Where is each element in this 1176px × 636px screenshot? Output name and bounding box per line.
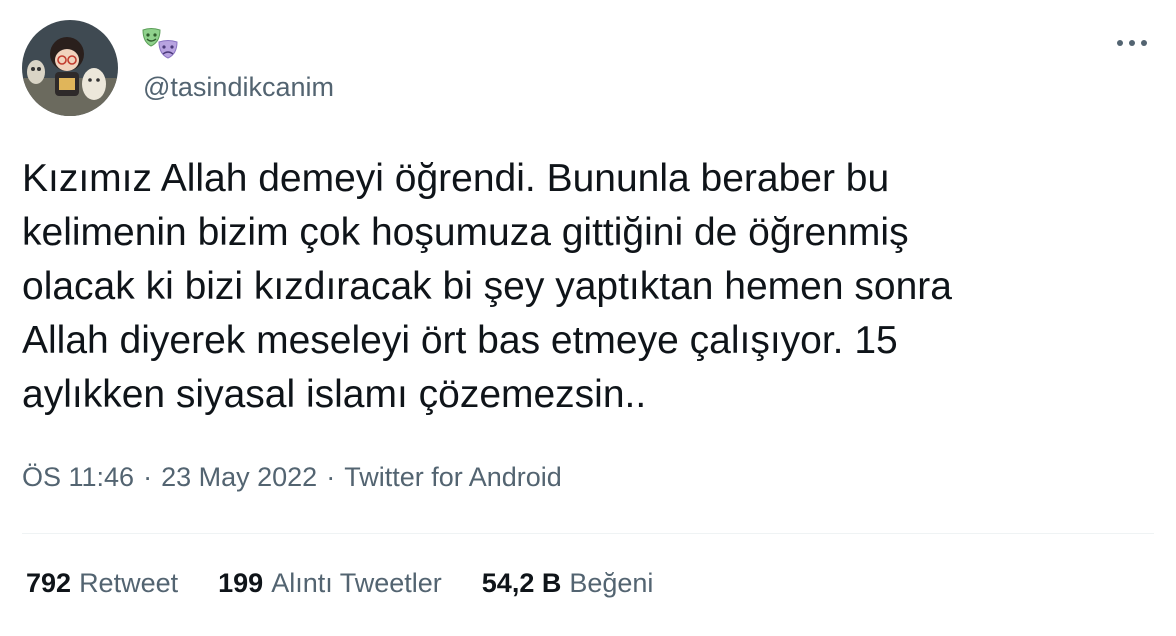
avatar-illustration [22, 20, 118, 116]
sad-theater-mask-icon [158, 40, 178, 59]
stat-label: Beğeni [569, 568, 654, 598]
engagement-stats: 792 Retweet 199 Alıntı Tweetler 54,2 B B… [26, 568, 693, 599]
quote-tweet-count[interactable]: 199 Alıntı Tweetler [218, 568, 442, 599]
tweet-text: Kızımız Allah demeyi öğrendi. Bununla be… [22, 157, 952, 416]
tweet-time[interactable]: ÖS 11:46 [22, 462, 134, 493]
more-options-button[interactable] [1112, 28, 1152, 58]
tweet-metadata: ÖS 11:46 · 23 May 2022 · Twitter for And… [22, 462, 562, 493]
stat-label: Alıntı Tweetler [271, 568, 442, 598]
author-handle[interactable]: @tasindikcanim [143, 72, 334, 103]
more-horizontal-icon [1117, 40, 1147, 46]
happy-theater-mask-icon [142, 28, 161, 47]
retweet-count[interactable]: 792 Retweet [26, 568, 178, 599]
like-count[interactable]: 54,2 B Beğeni [482, 568, 654, 599]
theater-masks-icon [142, 28, 178, 59]
tweet-detail: @tasindikcanim Kızımız Allah demeyi öğre… [0, 0, 1176, 636]
divider [22, 533, 1154, 534]
avatar[interactable] [22, 20, 118, 116]
display-name[interactable] [141, 26, 181, 66]
stat-label: Retweet [79, 568, 179, 598]
stat-value: 54,2 B [481, 568, 562, 598]
tweet-date[interactable]: 23 May 2022 [161, 462, 317, 493]
meta-separator: · [326, 462, 336, 492]
tweet-source[interactable]: Twitter for Android [344, 462, 562, 493]
stat-value: 792 [26, 568, 72, 598]
meta-separator: · [143, 462, 153, 492]
stat-value: 199 [218, 568, 264, 598]
